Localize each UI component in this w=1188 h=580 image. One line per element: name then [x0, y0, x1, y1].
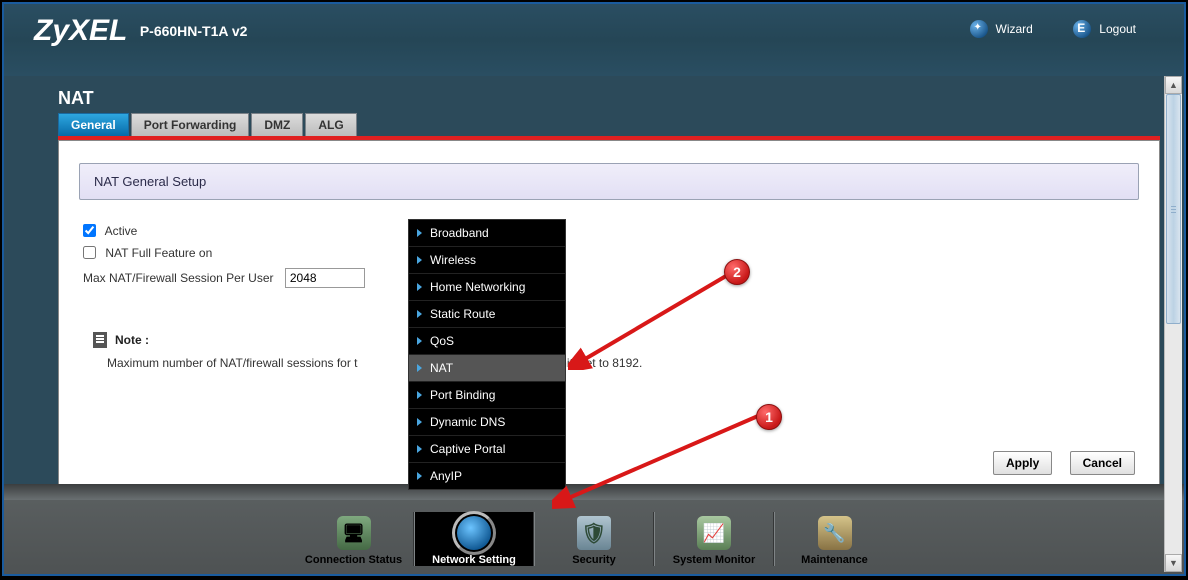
- scroll-down-button[interactable]: ▼: [1165, 554, 1182, 572]
- system-monitor-icon: [697, 516, 731, 550]
- cancel-button[interactable]: Cancel: [1070, 451, 1135, 475]
- dd-captive-portal[interactable]: Captive Portal: [409, 436, 565, 463]
- chevron-right-icon: [417, 391, 422, 399]
- dd-port-binding[interactable]: Port Binding: [409, 382, 565, 409]
- note-text: Maximum number of NAT/firewall sessions …: [107, 356, 1139, 370]
- dd-qos[interactable]: QoS: [409, 328, 565, 355]
- logout-icon: [1073, 20, 1091, 38]
- wizard-label: Wizard: [996, 22, 1033, 36]
- nav-connection-status[interactable]: Connection Status: [294, 512, 414, 566]
- dd-nat[interactable]: NAT: [409, 355, 565, 382]
- security-icon: [577, 516, 611, 550]
- brand-logo: ZyXEL: [34, 14, 127, 48]
- annotation-callout-1: 1: [756, 404, 782, 430]
- scroll-up-button[interactable]: ▲: [1165, 76, 1182, 94]
- nav-label-security: Security: [572, 554, 615, 566]
- chevron-right-icon: [417, 364, 422, 372]
- chevron-right-icon: [417, 472, 422, 480]
- chevron-right-icon: [417, 229, 422, 237]
- chevron-right-icon: [417, 418, 422, 426]
- network-setting-dropdown: Broadband Wireless Home Networking Stati…: [408, 219, 566, 490]
- nav-maintenance[interactable]: Maintenance: [774, 512, 894, 566]
- scroll-thumb[interactable]: [1166, 94, 1181, 324]
- max-session-input[interactable]: [285, 268, 365, 288]
- chevron-right-icon: [417, 283, 422, 291]
- chevron-right-icon: [417, 256, 422, 264]
- chevron-right-icon: [417, 337, 422, 345]
- scroll-track[interactable]: [1165, 94, 1182, 554]
- nav-label-network: Network Setting: [432, 554, 516, 566]
- tab-dmz[interactable]: DMZ: [251, 113, 303, 136]
- dd-broadband[interactable]: Broadband: [409, 220, 565, 247]
- bottom-nav: Connection Status Network Setting Securi…: [4, 484, 1184, 574]
- chevron-right-icon: [417, 445, 422, 453]
- dd-wireless[interactable]: Wireless: [409, 247, 565, 274]
- tab-alg[interactable]: ALG: [305, 113, 356, 136]
- nav-network-setting[interactable]: Network Setting: [414, 512, 534, 566]
- nav-system-monitor[interactable]: System Monitor: [654, 512, 774, 566]
- network-setting-icon: [457, 516, 491, 550]
- wizard-link[interactable]: Wizard: [970, 20, 1033, 38]
- connection-status-icon: [337, 516, 371, 550]
- nav-label-system: System Monitor: [673, 554, 756, 566]
- nav-label-connection: Connection Status: [305, 554, 402, 566]
- logout-link[interactable]: Logout: [1073, 20, 1136, 38]
- dd-dynamic-dns[interactable]: Dynamic DNS: [409, 409, 565, 436]
- page-title: NAT: [58, 88, 1184, 109]
- max-session-label: Max NAT/Firewall Session Per User: [83, 271, 274, 285]
- active-label: Active: [105, 224, 138, 238]
- section-header: NAT General Setup: [79, 163, 1139, 200]
- dd-anyip[interactable]: AnyIP: [409, 463, 565, 489]
- annotation-callout-2: 2: [724, 259, 750, 285]
- full-feature-label: NAT Full Feature on: [105, 246, 212, 260]
- note-icon: [93, 332, 107, 348]
- dd-home-networking[interactable]: Home Networking: [409, 274, 565, 301]
- tab-port-forwarding[interactable]: Port Forwarding: [131, 113, 250, 136]
- model-label: P-660HN-T1A v2: [140, 23, 248, 39]
- full-feature-checkbox[interactable]: [83, 246, 96, 259]
- wizard-icon: [970, 20, 988, 38]
- active-checkbox[interactable]: [83, 224, 96, 237]
- maintenance-icon: [818, 516, 852, 550]
- note-text-head: Maximum number of NAT/firewall sessions …: [107, 356, 358, 370]
- apply-button[interactable]: Apply: [993, 451, 1052, 475]
- chevron-right-icon: [417, 310, 422, 318]
- note-label: Note :: [115, 333, 149, 347]
- content-panel: NAT General Setup Active NAT Full Featur…: [58, 140, 1160, 498]
- logout-label: Logout: [1099, 22, 1136, 36]
- nav-security[interactable]: Security: [534, 512, 654, 566]
- dd-static-route[interactable]: Static Route: [409, 301, 565, 328]
- vertical-scrollbar[interactable]: ▲ ▼: [1164, 76, 1182, 572]
- nav-label-maintenance: Maintenance: [801, 554, 868, 566]
- tab-general[interactable]: General: [58, 113, 129, 136]
- tab-bar: General Port Forwarding DMZ ALG: [58, 113, 1184, 136]
